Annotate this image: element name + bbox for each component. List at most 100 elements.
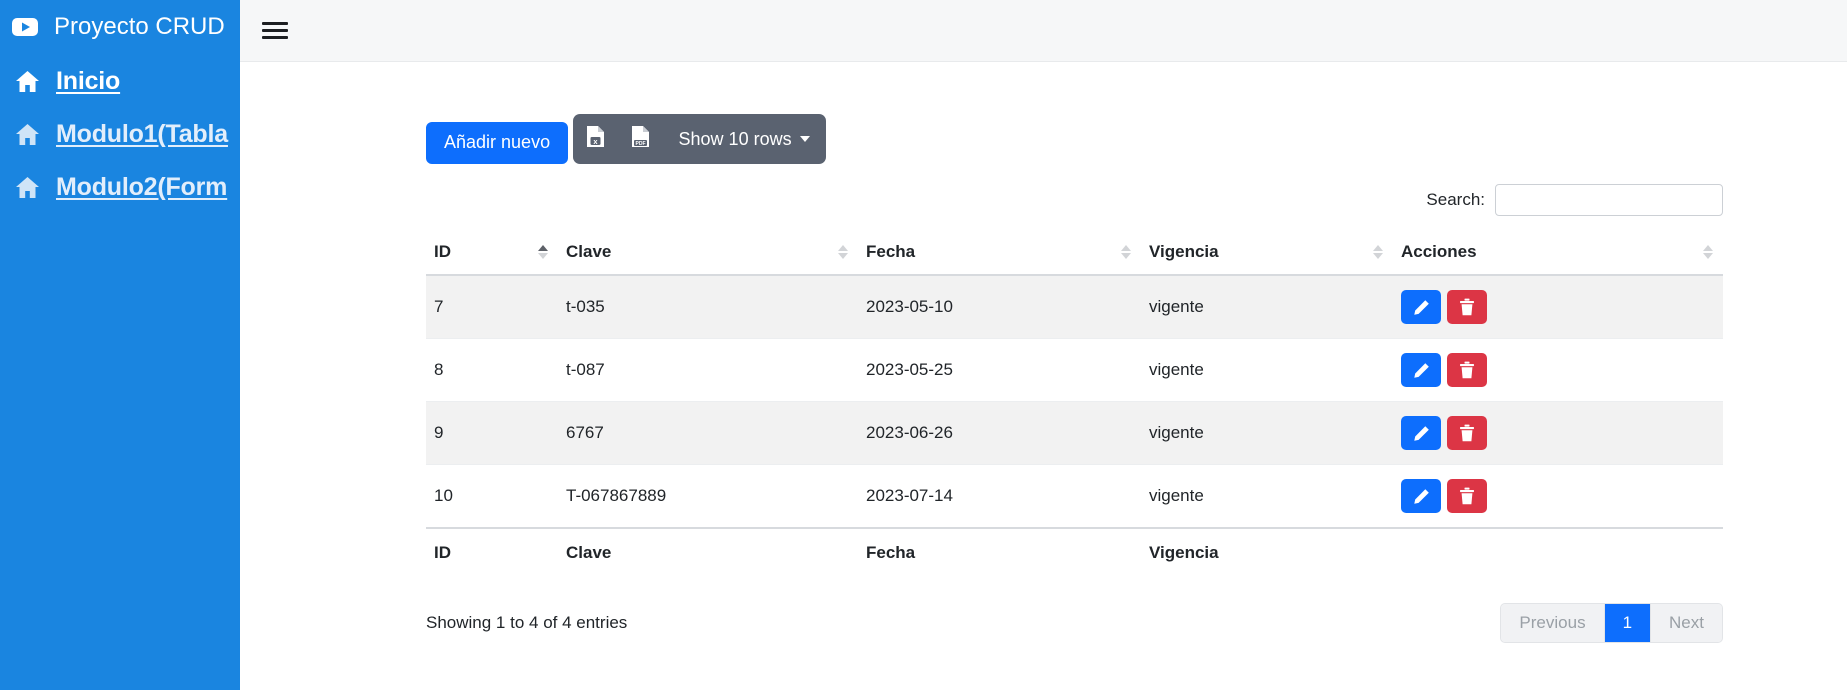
cell-vigencia: vigente: [1141, 338, 1393, 402]
datatable-buttons: x PDF Show 10 rows: [572, 114, 826, 164]
table-foot: ID Clave Fecha Vigencia: [426, 527, 1723, 577]
content-inner: Añadir nuevo x PDF Show 10 rows Search: …: [426, 86, 1723, 643]
column-header-label: Acciones: [1401, 242, 1477, 261]
pdf-file-icon: PDF: [631, 125, 650, 153]
hamburger-bar: [262, 29, 288, 32]
sidebar-item-modulo2[interactable]: Modulo2(Form: [0, 161, 240, 214]
column-header-label: Clave: [566, 242, 612, 261]
cell-acciones: [1393, 275, 1723, 339]
footer-column-vigencia: Vigencia: [1141, 527, 1393, 577]
cell-acciones: [1393, 464, 1723, 529]
footer-column-fecha: Fecha: [858, 527, 1141, 577]
search-input[interactable]: [1495, 184, 1723, 216]
sidebar-brand-title: Proyecto CRUD: [54, 13, 225, 40]
delete-row-button[interactable]: [1447, 353, 1487, 387]
sort-indicator-icon[interactable]: [1703, 245, 1713, 259]
cell-fecha: 2023-07-14: [858, 464, 1141, 529]
page-length-label: Show 10 rows: [678, 128, 792, 149]
sidebar-item-label-modulo2: Modulo2(Form: [56, 172, 228, 201]
cell-vigencia: vigente: [1141, 464, 1393, 529]
column-header-clave[interactable]: Clave: [558, 230, 858, 276]
column-header-label: Vigencia: [1149, 242, 1219, 261]
delete-row-button[interactable]: [1447, 416, 1487, 450]
pencil-icon: [1413, 362, 1430, 379]
export-pdf-button[interactable]: PDF: [618, 114, 663, 164]
column-header-fecha[interactable]: Fecha: [858, 230, 1141, 276]
column-header-vigencia[interactable]: Vigencia: [1141, 230, 1393, 276]
pencil-icon: [1413, 299, 1430, 316]
footer-column-id: ID: [426, 527, 558, 577]
edit-row-button[interactable]: [1401, 353, 1441, 387]
sort-indicator-icon[interactable]: [838, 245, 848, 259]
pencil-icon: [1413, 425, 1430, 442]
hamburger-bar: [262, 22, 288, 25]
table-head: ID Clave Fecha Vigencia Acciones: [426, 230, 1723, 276]
table-row[interactable]: 8 t-087 2023-05-25 vigente: [426, 338, 1723, 402]
trash-icon: [1459, 487, 1475, 505]
cell-clave: t-087: [558, 338, 858, 402]
topbar: [240, 0, 1847, 62]
showing-entries-info: Showing 1 to 4 of 4 entries: [426, 613, 628, 632]
footer-column-clave: Clave: [558, 527, 858, 577]
cell-clave: t-035: [558, 275, 858, 339]
cell-id: 9: [426, 401, 558, 465]
pencil-icon: [1413, 488, 1430, 505]
edit-row-button[interactable]: [1401, 416, 1441, 450]
table-row[interactable]: 10 T-067867889 2023-07-14 vigente: [426, 464, 1723, 529]
sort-indicator-icon[interactable]: [1373, 245, 1383, 259]
pagination-previous[interactable]: Previous: [1501, 604, 1605, 642]
column-header-label: ID: [434, 242, 451, 261]
add-new-button[interactable]: Añadir nuevo: [426, 122, 569, 164]
edit-row-button[interactable]: [1401, 290, 1441, 324]
cell-vigencia: vigente: [1141, 401, 1393, 465]
delete-row-button[interactable]: [1447, 290, 1487, 324]
table-body: 7 t-035 2023-05-10 vigente 8 t-087 2023-…: [426, 275, 1723, 529]
sort-indicator-icon[interactable]: [1121, 245, 1131, 259]
pagination-next[interactable]: Next: [1651, 604, 1722, 642]
svg-text:PDF: PDF: [635, 141, 645, 147]
table-footer-row: ID Clave Fecha Vigencia: [426, 527, 1723, 577]
youtube-icon: [10, 17, 40, 37]
sidebar-item-inicio[interactable]: Inicio: [0, 55, 240, 108]
page-length-dropdown[interactable]: Show 10 rows: [663, 114, 826, 164]
sidebar: Proyecto CRUD Inicio Modulo1(Tabla Modul…: [0, 0, 240, 690]
column-header-id[interactable]: ID: [426, 230, 558, 276]
table-row[interactable]: 7 t-035 2023-05-10 vigente: [426, 275, 1723, 339]
cell-fecha: 2023-06-26: [858, 401, 1141, 465]
cell-id: 8: [426, 338, 558, 402]
cell-acciones: [1393, 401, 1723, 465]
trash-icon: [1459, 298, 1475, 316]
hamburger-icon[interactable]: [262, 18, 288, 44]
footer-column-acciones: [1393, 527, 1723, 577]
row-actions: [1401, 353, 1717, 387]
sort-indicator-icon[interactable]: [538, 245, 548, 259]
export-excel-button[interactable]: x: [573, 114, 618, 164]
table-header-row: ID Clave Fecha Vigencia Acciones: [426, 230, 1723, 276]
row-actions: [1401, 479, 1717, 513]
cell-fecha: 2023-05-25: [858, 338, 1141, 402]
chevron-down-icon: [799, 136, 810, 142]
table-row[interactable]: 9 6767 2023-06-26 vigente: [426, 401, 1723, 465]
cell-acciones: [1393, 338, 1723, 402]
cell-vigencia: vigente: [1141, 275, 1393, 339]
pagination: Previous 1 Next: [1500, 603, 1723, 643]
content: Añadir nuevo x PDF Show 10 rows Search: …: [240, 62, 1847, 643]
delete-row-button[interactable]: [1447, 479, 1487, 513]
search-label: Search:: [1426, 190, 1485, 209]
cell-id: 7: [426, 275, 558, 339]
sidebar-brand[interactable]: Proyecto CRUD: [0, 0, 240, 55]
trash-icon: [1459, 424, 1475, 442]
sidebar-item-label-modulo1: Modulo1(Tabla: [56, 119, 228, 148]
sidebar-item-modulo1[interactable]: Modulo1(Tabla: [0, 108, 240, 161]
pagination-page-1[interactable]: 1: [1604, 604, 1652, 642]
column-header-acciones[interactable]: Acciones: [1393, 230, 1723, 276]
cell-id: 10: [426, 464, 558, 529]
sidebar-item-label-inicio: Inicio: [56, 66, 121, 95]
search-row: Search:: [426, 184, 1723, 216]
column-header-label: Fecha: [866, 242, 916, 261]
table-footer-bar: Showing 1 to 4 of 4 entries Previous 1 N…: [426, 603, 1723, 643]
edit-row-button[interactable]: [1401, 479, 1441, 513]
data-table: ID Clave Fecha Vigencia Acciones 7 t-035…: [426, 230, 1723, 577]
home-icon: [14, 176, 40, 199]
home-icon: [14, 123, 40, 146]
